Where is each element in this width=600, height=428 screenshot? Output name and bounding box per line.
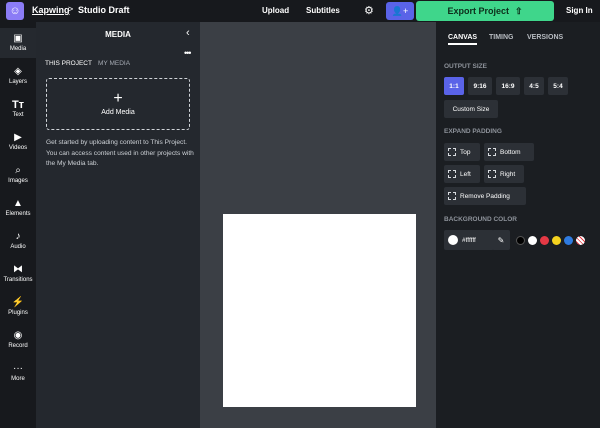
output-size-label: OUTPUT SIZE [444, 63, 487, 70]
swatch-red[interactable] [540, 236, 549, 245]
canvas-preview[interactable] [223, 214, 416, 407]
upload-button[interactable]: Upload [262, 6, 289, 15]
search-icon: ⌕ [15, 165, 21, 176]
tab-my-media[interactable]: MY MEDIA [98, 60, 130, 67]
sidebar-item-transitions[interactable]: ⧓ Transitions [0, 259, 36, 289]
add-media-label: Add Media [101, 109, 135, 116]
canvas-area [200, 22, 436, 428]
media-hint-text: Get started by uploading content to This… [46, 139, 194, 167]
expand-padding-label: EXPAND PADDING [444, 128, 502, 135]
padding-icon [448, 170, 456, 178]
background-color-label: BACKGROUND COLOR [444, 216, 517, 223]
export-label: Export Project [447, 6, 509, 16]
sidebar-item-label: Record [8, 343, 28, 349]
sidebar-item-label: More [11, 376, 25, 382]
remove-padding-button[interactable]: Remove Padding [444, 187, 526, 205]
add-user-icon: 👤+ [391, 5, 409, 16]
plugin-icon: ⚡ [11, 297, 25, 308]
sidebar-item-plugins[interactable]: ⚡ Plugins [0, 292, 36, 322]
media-icon: ▣ [13, 33, 23, 44]
add-media-button[interactable]: + Add Media [46, 78, 190, 130]
color-value-field[interactable]: #ffffff [444, 230, 494, 250]
padding-icon [448, 192, 456, 200]
invite-button[interactable]: 👤+ [386, 2, 414, 20]
padding-top-label: Top [460, 148, 471, 156]
sidebar-item-videos[interactable]: ▶ Videos [0, 127, 36, 157]
sidebar-item-label: Media [9, 46, 27, 52]
text-icon: Tт [11, 99, 25, 111]
sidebar-item-record[interactable]: ◉ Record [0, 325, 36, 355]
size-5-4-button[interactable]: 5:4 [548, 77, 568, 95]
tab-canvas[interactable]: CANVAS [448, 34, 478, 45]
project-name[interactable]: Studio Draft [78, 5, 130, 15]
sidebar-item-label: Plugins [8, 310, 28, 316]
padding-bottom-label: Bottom [500, 148, 521, 156]
sidebar-item-label: Images [8, 178, 28, 184]
brand-link[interactable]: Kapwing [32, 5, 70, 15]
padding-right-label: Right [500, 170, 516, 178]
video-icon: ▶ [14, 132, 22, 143]
padding-top-button[interactable]: Top [444, 143, 480, 161]
size-9-16-button[interactable]: 9:16 [468, 77, 492, 95]
color-preview-dot [448, 235, 458, 245]
record-icon: ◉ [13, 330, 23, 341]
sidebar: ▣ Media ◈ Layers Tт Text ▶ Videos ⌕ Imag… [0, 22, 36, 428]
swatch-transparent[interactable] [576, 236, 585, 245]
top-bar: ☺ Kapwing > Studio Draft Upload Subtitle… [0, 0, 600, 22]
sidebar-item-media[interactable]: ▣ Media [0, 28, 36, 58]
chevron-left-icon[interactable]: ‹ [186, 27, 190, 39]
padding-icon [488, 170, 496, 178]
tab-this-project[interactable]: THIS PROJECT [45, 60, 92, 67]
subtitles-button[interactable]: Subtitles [306, 6, 340, 15]
sidebar-item-label: Audio [10, 244, 26, 250]
swatch-blue[interactable] [564, 236, 573, 245]
swatch-white[interactable] [528, 236, 537, 245]
size-16-9-button[interactable]: 16:9 [496, 77, 520, 95]
properties-panel: CANVAS TIMING VERSIONS OUTPUT SIZE 1:1 9… [436, 22, 600, 428]
shapes-icon: ▲ [13, 198, 23, 209]
tab-versions[interactable]: VERSIONS [527, 34, 563, 41]
sidebar-item-label: Videos [8, 145, 28, 151]
sidebar-item-text[interactable]: Tт Text [0, 94, 36, 124]
padding-icon [488, 148, 496, 156]
swatch-yellow[interactable] [552, 236, 561, 245]
share-icon: ⇧ [514, 5, 523, 16]
size-1-1-button[interactable]: 1:1 [444, 77, 464, 95]
padding-right-button[interactable]: Right [484, 165, 524, 183]
kapwing-logo-icon[interactable]: ☺ [6, 2, 24, 20]
tab-timing[interactable]: TIMING [489, 34, 514, 41]
sidebar-item-audio[interactable]: ♪ Audio [0, 226, 36, 256]
sidebar-item-label: Elements [5, 211, 31, 217]
media-panel: MEDIA ‹ ••• THIS PROJECT MY MEDIA + Add … [36, 22, 200, 428]
sign-in-link[interactable]: Sign In [566, 6, 593, 15]
remove-padding-label: Remove Padding [460, 192, 510, 200]
sidebar-item-more[interactable]: ··· More [0, 358, 36, 388]
more-icon: ··· [13, 363, 23, 374]
sidebar-item-layers[interactable]: ◈ Layers [0, 61, 36, 91]
transition-icon: ⧓ [13, 264, 23, 275]
panel-title: MEDIA [105, 30, 131, 39]
padding-left-label: Left [460, 170, 471, 178]
breadcrumb-separator: > [68, 4, 74, 14]
color-value-text: #ffffff [462, 236, 476, 244]
size-4-5-button[interactable]: 4:5 [524, 77, 544, 95]
padding-bottom-button[interactable]: Bottom [484, 143, 534, 161]
sidebar-item-label: Layers [8, 79, 27, 85]
layers-icon: ◈ [14, 66, 22, 77]
more-options-icon[interactable]: ••• [184, 48, 192, 58]
padding-left-button[interactable]: Left [444, 165, 480, 183]
padding-icon [448, 148, 456, 156]
sidebar-item-images[interactable]: ⌕ Images [0, 160, 36, 190]
custom-size-button[interactable]: Custom Size [444, 100, 498, 118]
sidebar-item-label: Transitions [3, 277, 33, 283]
sidebar-item-label: Text [12, 112, 24, 118]
eyedropper-icon[interactable]: ✎ [492, 230, 510, 250]
sidebar-item-elements[interactable]: ▲ Elements [0, 193, 36, 223]
plus-icon: + [113, 90, 123, 107]
swatch-black[interactable] [516, 236, 525, 245]
export-button[interactable]: Export Project ⇧ [416, 1, 554, 21]
music-icon: ♪ [15, 231, 21, 242]
gear-icon[interactable]: ⚙ [364, 4, 374, 17]
